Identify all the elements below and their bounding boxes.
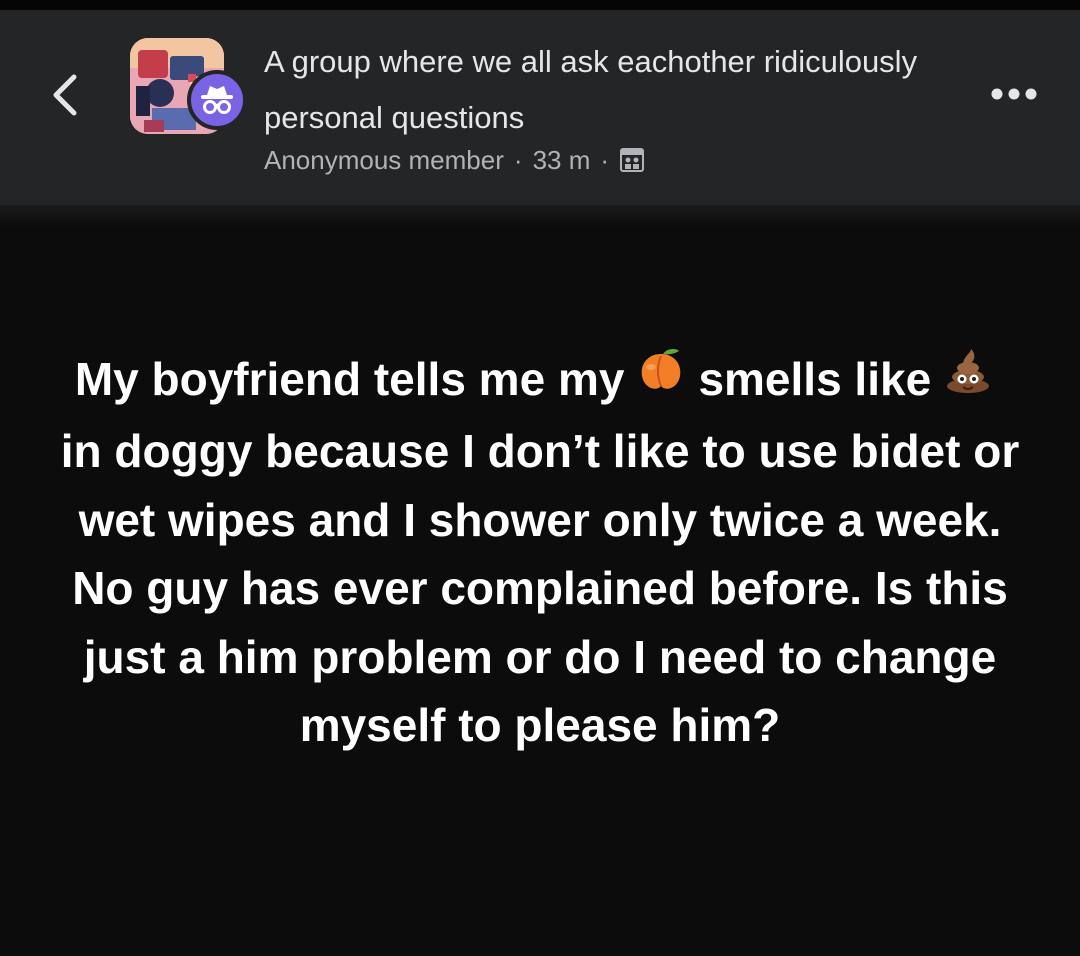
peach-emoji	[636, 345, 686, 414]
more-horizontal-icon	[991, 88, 1037, 100]
post-header: A group where we all ask eachother ridic…	[0, 10, 1080, 215]
poop-emoji	[943, 345, 993, 414]
post-text-part-1: My boyfriend tells me my	[74, 353, 625, 405]
status-strip	[0, 0, 1080, 10]
meta-separator: ·	[513, 145, 523, 175]
post-time[interactable]: 33 m	[533, 140, 591, 180]
anonymous-badge	[187, 70, 247, 130]
post-text-part-3: in doggy because I don’t like to use bid…	[60, 425, 1020, 752]
post-text: My boyfriend tells me my smells like in …	[60, 345, 1020, 760]
header-divider	[0, 205, 1080, 227]
meta-separator: ·	[600, 145, 610, 175]
chevron-left-icon	[53, 74, 77, 116]
incognito-icon	[201, 86, 233, 114]
back-button[interactable]	[40, 65, 90, 125]
post-meta: Anonymous member · 33 m ·	[264, 140, 645, 180]
group-privacy-icon	[620, 148, 645, 172]
group-name[interactable]: A group where we all ask eachother ridic…	[264, 34, 924, 146]
more-options-button[interactable]	[984, 74, 1044, 114]
author-name[interactable]: Anonymous member	[264, 140, 504, 180]
post-text-part-2: smells like	[698, 353, 932, 405]
group-avatar[interactable]	[130, 38, 247, 138]
